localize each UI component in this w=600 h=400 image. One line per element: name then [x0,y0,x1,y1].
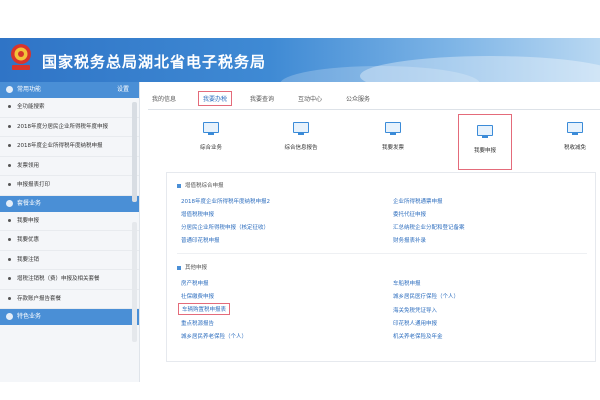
site-title: 国家税务总局湖北省电子税务局 [42,53,267,71]
bullet-icon [8,257,11,261]
tile-label: 我要发票 [381,145,404,151]
sidebar-section-package[interactable]: 套餐业务 [0,195,139,212]
declaration-link[interactable]: 财务报表补录 [393,236,426,244]
group-bullet-icon [177,183,181,188]
section-title: 特色业务 [17,313,42,320]
sidebar-item-label: 申报报表打印 [17,182,51,188]
service-tile[interactable]: 综合信息报告 [274,112,328,168]
sidebar-scrollbar[interactable] [132,102,137,202]
declaration-link[interactable]: 城乡居民养老保险（个人） [181,332,247,340]
group-divider [177,253,587,254]
bullet-icon [8,218,11,222]
sidebar-item-label: 我要优惠 [17,237,40,243]
sidebar-scrollbar[interactable] [132,222,137,342]
service-tile[interactable]: 我要发票 [366,112,420,168]
tab-my-info[interactable]: 我的信息 [152,94,176,103]
section-bullet-icon [6,199,13,207]
service-tile[interactable]: 税收减免 [548,112,600,168]
declaration-link[interactable]: 机关养老保险及年金 [393,332,443,340]
sidebar-item[interactable]: 存款账户报告套餐 [0,290,139,309]
bullet-icon [8,183,11,186]
bullet-icon [8,238,11,241]
group-title: 增值税综合申报 [177,181,224,189]
bullet-icon [8,296,11,300]
bullet-icon [8,144,11,147]
tile-label: 我要申报 [473,148,496,154]
declaration-link[interactable]: 印花税人通用申报 [393,319,437,327]
sidebar-item[interactable]: 增税注销税（费）申报及相关套餐 [0,270,139,290]
sidebar-item[interactable]: 我要注销 [0,251,139,270]
section-bullet-icon [6,313,13,320]
settings-link[interactable]: 设置 [117,82,129,98]
tab-public-service[interactable]: 公众服务 [346,94,370,103]
sidebar: 常用功能 设置 全功能搜索 2018年度分居民企业所得税年度申报 2018年度企… [0,82,140,382]
monitor-icon [293,122,309,135]
tile-label: 综合业务 [199,145,222,151]
sidebar-item[interactable]: 2018年度分居民企业所得税年度申报 [0,118,139,137]
section-bullet-icon [6,86,13,93]
vehicle-purchase-tax-link[interactable]: 车辆购置税申报表 [178,303,231,315]
bullet-icon [8,105,11,108]
declaration-link[interactable]: 海关免税凭证导入 [393,306,437,314]
bottom-whitespace [0,382,600,400]
sidebar-item[interactable]: 2018年度企业所得税年度纳税申报 [0,137,139,157]
sidebar-item[interactable]: 申报报表打印 [0,176,139,196]
declaration-panel: 增值税综合申报 2018年度企业所得税年度纳税申报2 增值税税申报 分居民企业所… [166,172,596,362]
section-title: 常用功能 [17,86,42,93]
tab-tax-handling[interactable]: 我要办税 [198,91,233,106]
declaration-link[interactable]: 企业所得税通票申报 [393,197,443,205]
section-title: 套餐业务 [17,199,42,207]
group-title-text: 其他申报 [185,265,208,271]
declaration-link[interactable]: 社保缴费申报 [181,292,214,300]
monitor-icon [567,122,583,135]
sidebar-section-special[interactable]: 特色业务 [0,309,139,325]
sidebar-item-label: 存款账户报告套餐 [17,295,62,302]
monitor-icon [385,122,401,135]
declaration-link[interactable]: 汇总纳税企业分配和登记备案 [393,223,465,231]
main-content: 综合业务 综合信息报告 我要发票 我要申报 税收减免 增值税综合申报 2018年… [148,110,600,382]
top-whitespace [0,0,600,38]
sidebar-section-common[interactable]: 常用功能 设置 [0,82,139,98]
group-bullet-icon [177,265,181,270]
declaration-link[interactable]: 房产税申报 [181,279,209,287]
sidebar-item[interactable]: 发票领用 [0,157,139,176]
declaration-link[interactable]: 车船税申报 [393,279,421,287]
sidebar-item[interactable]: 我要优惠 [0,231,139,251]
sidebar-item-label: 我要注销 [17,256,40,263]
bullet-icon [8,277,11,280]
service-tile[interactable]: 综合业务 [184,112,238,168]
tab-interaction[interactable]: 互动中心 [298,94,322,103]
site-header: 国家税务总局湖北省电子税务局 [0,38,600,82]
sidebar-item-label: 我要申报 [17,217,40,224]
sidebar-item-label: 增税注销税（费）申报及相关套餐 [17,276,100,282]
group-title: 其他申报 [177,263,207,271]
tile-label: 综合信息报告 [284,145,318,151]
tab-bar: 我的信息 我要办税 我要查询 互动中心 公众服务 [148,88,600,110]
declaration-link[interactable]: 委托代征申报 [393,210,426,218]
declaration-link[interactable]: 分居民企业所得税申报（核定征收） [181,223,269,231]
monitor-icon [203,122,219,135]
monitor-icon [477,125,493,138]
declaration-link[interactable]: 2018年度企业所得税年度纳税申报2 [181,197,270,205]
sidebar-item-label: 发票领用 [17,162,40,169]
declaration-link[interactable]: 普通印花税申报 [181,236,220,244]
tax-emblem-icon [11,44,31,70]
sidebar-item-label: 2018年度企业所得税年度纳税申报 [17,143,103,149]
tab-query[interactable]: 我要查询 [250,94,274,103]
tile-label: 税收减免 [563,145,586,151]
service-tile-declare[interactable]: 我要申报 [458,114,512,170]
decorative-hill [360,56,600,82]
group-title-text: 增值税综合申报 [185,183,224,189]
sidebar-item-label: 全功能搜索 [17,104,45,110]
sidebar-item-label: 2018年度分居民企业所得税年度申报 [17,123,108,130]
declaration-link[interactable]: 重点税源报告 [181,319,214,327]
bullet-icon [8,163,11,167]
sidebar-item[interactable]: 全功能搜索 [0,98,139,118]
declaration-link[interactable]: 增值税税申报 [181,210,214,218]
declaration-link[interactable]: 城乡居民医疗保险（个人） [393,292,459,300]
sidebar-item[interactable]: 我要申报 [0,212,139,231]
bullet-icon [8,124,11,128]
